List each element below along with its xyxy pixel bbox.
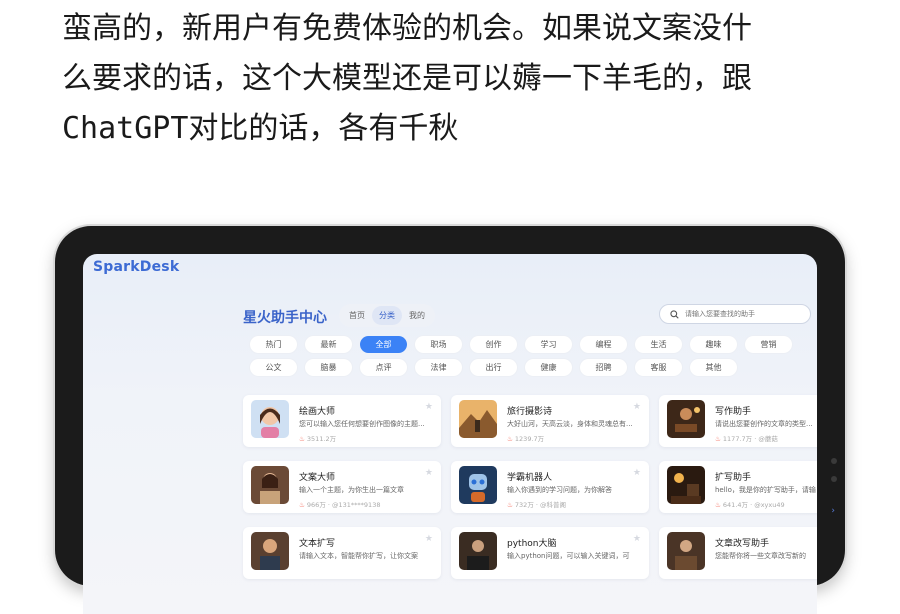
assistant-name: 学霸机器人 — [507, 473, 553, 483]
assistant-meta: ♨ 3511.2万 — [299, 435, 337, 443]
assistant-card[interactable]: 写作助手 请说出您要创作的文章的类型... ♨ 1177.7万 · @蘑菇 ★ — [659, 395, 817, 447]
sparkdesk-logo: SparkDesk — [93, 259, 180, 275]
assistant-name: python大脑 — [507, 539, 557, 549]
assistant-card[interactable]: python大脑 输入python问题，可以输入关键词，可 ★ — [451, 527, 649, 579]
category-brainstorm[interactable]: 脑暴 — [305, 359, 352, 376]
star-icon[interactable]: ★ — [425, 402, 433, 412]
assistant-thumbnail — [251, 532, 289, 570]
assistant-meta: ♨ 641.4万 · @xyxu49 — [715, 501, 785, 509]
star-icon[interactable]: ★ — [425, 534, 433, 544]
category-workplace[interactable]: 职场 — [415, 336, 462, 353]
assistant-thumbnail — [459, 532, 497, 570]
assistant-desc: 请输入文本，智能帮你扩写，让你文案 — [299, 552, 418, 560]
assistant-desc: 请说出您要创作的文章的类型... — [715, 420, 813, 428]
assistant-desc: 您能帮你将一些文章改写新的 — [715, 552, 806, 560]
category-creation[interactable]: 创作 — [470, 336, 517, 353]
assistant-meta: ♨ 966万 · @131****9138 — [299, 501, 381, 509]
assistant-card[interactable]: 文章改写助手 您能帮你将一些文章改写新的 ★ — [659, 527, 817, 579]
assistant-name: 文本扩写 — [299, 539, 336, 549]
tab-home[interactable]: 首页 — [342, 306, 372, 325]
star-icon[interactable]: ★ — [633, 534, 641, 544]
assistant-desc: 输入一个主题，为你生出一篇文章 — [299, 486, 404, 494]
star-icon[interactable]: ★ — [425, 468, 433, 478]
fire-icon: ♨ — [715, 435, 721, 443]
assistant-thumbnail — [459, 466, 497, 504]
search-box[interactable] — [659, 304, 811, 324]
tab-mine[interactable]: 我的 — [402, 306, 432, 325]
fire-icon: ♨ — [507, 501, 513, 509]
search-input[interactable] — [685, 310, 795, 318]
assistant-meta: ♨ 1239.7万 — [507, 435, 545, 443]
category-other[interactable]: 其他 — [690, 359, 737, 376]
category-travel[interactable]: 出行 — [470, 359, 517, 376]
assistant-desc: 输入python问题，可以输入关键词，可 — [507, 552, 630, 560]
category-life[interactable]: 生活 — [635, 336, 682, 353]
article-line-1: 蛮高的，新用户有免费体验的机会。如果说文案没什 — [62, 11, 752, 46]
assistant-thumbnail — [667, 400, 705, 438]
fire-icon: ♨ — [507, 435, 513, 443]
assistant-desc: 输入你遇到的学习问题，为你解答 — [507, 486, 612, 494]
category-service[interactable]: 客服 — [635, 359, 682, 376]
assistant-thumbnail — [251, 400, 289, 438]
category-fun[interactable]: 趣味 — [690, 336, 737, 353]
article-line-3: ChatGPT对比的话，各有千秋 — [62, 111, 459, 146]
assistant-thumbnail — [459, 400, 497, 438]
tab-category[interactable]: 分类 — [372, 306, 402, 325]
category-study[interactable]: 学习 — [525, 336, 572, 353]
category-official[interactable]: 公文 — [250, 359, 297, 376]
assistant-meta: ♨ 732万 · @科普阁 — [507, 501, 567, 509]
category-review[interactable]: 点评 — [360, 359, 407, 376]
assistant-card[interactable]: 旅行摄影诗 大好山河，天高云淡，身体和灵魂总有... ♨ 1239.7万 ★ — [451, 395, 649, 447]
chevron-right-icon: › — [831, 506, 835, 516]
category-coding[interactable]: 编程 — [580, 336, 627, 353]
assistant-name: 写作助手 — [715, 407, 752, 417]
search-icon — [670, 309, 679, 319]
tablet-side-dots — [831, 458, 839, 494]
assistant-name: 文章改写助手 — [715, 539, 770, 549]
fire-icon: ♨ — [299, 501, 305, 509]
category-recruit[interactable]: 招聘 — [580, 359, 627, 376]
category-all[interactable]: 全部 — [360, 336, 407, 353]
fire-icon: ♨ — [299, 435, 305, 443]
sparkdesk-screen: SparkDesk 星火助手中心 首页 分类 我的 热门 最新 全部 职场 创作… — [83, 254, 817, 614]
article-line-2: 么要求的话，这个大模型还是可以薅一下羊毛的，跟 — [62, 61, 752, 96]
assistant-thumbnail — [667, 466, 705, 504]
assistant-desc: hello，我是你的扩写助手，请输 — [715, 486, 816, 494]
assistant-card[interactable]: 学霸机器人 输入你遇到的学习问题，为你解答 ♨ 732万 · @科普阁 ★ — [451, 461, 649, 513]
category-row-1: 热门 最新 全部 职场 创作 学习 编程 生活 趣味 营销 — [250, 336, 800, 353]
category-marketing[interactable]: 营销 — [745, 336, 792, 353]
assistant-name: 扩写助手 — [715, 473, 752, 483]
article-text: 蛮高的，新用户有免费体验的机会。如果说文案没什 么要求的话，这个大模型还是可以薅… — [62, 4, 862, 154]
star-icon[interactable]: ★ — [633, 402, 641, 412]
assistant-desc: 您可以输入您任何想要创作图像的主题... — [299, 420, 425, 428]
assistant-card[interactable]: 文本扩写 请输入文本，智能帮你扩写，让你文案 ★ — [243, 527, 441, 579]
assistant-name: 文案大师 — [299, 473, 336, 483]
assistant-card[interactable]: 绘画大师 您可以输入您任何想要创作图像的主题... ♨ 3511.2万 ★ — [243, 395, 441, 447]
assistant-thumbnail — [667, 532, 705, 570]
page-title: 星火助手中心 — [243, 310, 327, 326]
hub-tabs: 首页 分类 我的 — [339, 304, 435, 327]
category-hot[interactable]: 热门 — [250, 336, 297, 353]
category-health[interactable]: 健康 — [525, 359, 572, 376]
assistant-name: 旅行摄影诗 — [507, 407, 553, 417]
category-latest[interactable]: 最新 — [305, 336, 352, 353]
assistant-meta: ♨ 1177.7万 · @蘑菇 — [715, 435, 778, 443]
tablet-frame: › SparkDesk 星火助手中心 首页 分类 我的 热门 最新 全部 职场 … — [55, 226, 845, 614]
category-row-2: 公文 脑暴 点评 法律 出行 健康 招聘 客服 其他 — [250, 359, 745, 376]
category-law[interactable]: 法律 — [415, 359, 462, 376]
star-icon[interactable]: ★ — [633, 468, 641, 478]
assistant-thumbnail — [251, 466, 289, 504]
assistant-name: 绘画大师 — [299, 407, 336, 417]
assistant-card[interactable]: 文案大师 输入一个主题，为你生出一篇文章 ♨ 966万 · @131****91… — [243, 461, 441, 513]
fire-icon: ♨ — [715, 501, 721, 509]
assistant-card[interactable]: 扩写助手 hello，我是你的扩写助手，请输 ♨ 641.4万 · @xyxu4… — [659, 461, 817, 513]
assistant-desc: 大好山河，天高云淡，身体和灵魂总有... — [507, 420, 633, 428]
